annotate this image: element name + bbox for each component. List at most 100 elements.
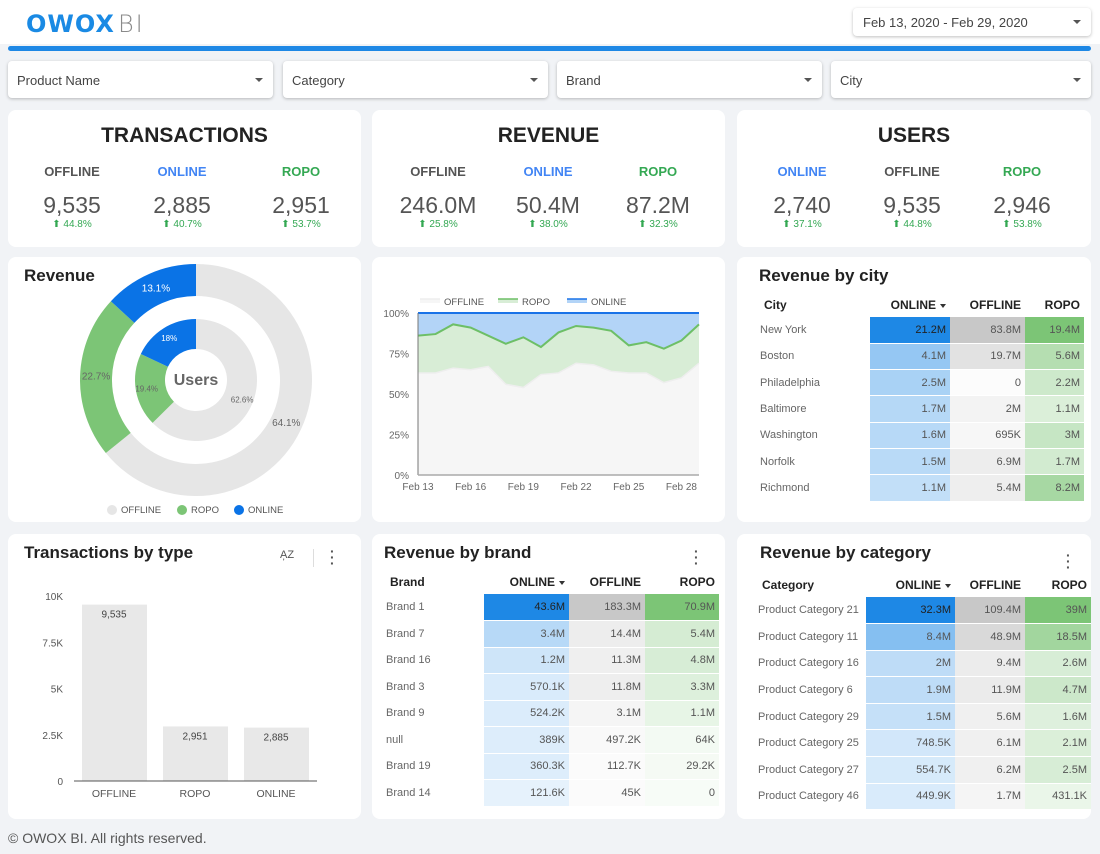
kpi-value: 9,535 <box>43 192 101 218</box>
kpi-item: ROPO 87.2M ⬆ 32.3% <box>598 164 718 230</box>
x-tick-label: Feb 13 <box>402 482 434 493</box>
row-label: Washington <box>760 422 870 449</box>
kpi-item: ONLINE 2,885 ⬆ 40.7% <box>122 164 242 230</box>
cell-online: 389K <box>484 726 569 754</box>
x-tick-label: Feb 19 <box>508 482 540 493</box>
revenue-by-city-card: Revenue by city City ONLINE OFFLINE ROPO New… <box>737 257 1091 522</box>
more-vert-icon[interactable]: · · · <box>1066 548 1071 574</box>
table-row[interactable]: Brand 9 524.2K 3.1M 1.1M <box>386 700 719 727</box>
column-header-category: Category <box>762 578 815 592</box>
table-row[interactable]: Product Category 27 554.7K 6.2M 2.5M <box>758 756 1091 784</box>
donut-chart: 64.1% 22.7% 13.1% 62.6% 19.4% 18% Users OFFLINE… <box>79 264 312 516</box>
table-row[interactable]: Boston 4.1M 19.7M 5.6M <box>760 343 1084 371</box>
column-header-offline[interactable]: OFFLINE <box>955 573 1025 597</box>
table-row[interactable]: null 389K 497.2K 64K <box>386 726 719 754</box>
legend-label: ROPO <box>191 505 219 516</box>
column-header-online[interactable]: ONLINE <box>866 573 955 597</box>
header-accent-bar <box>8 46 1091 51</box>
cell-ropo: 2.6M <box>1025 650 1091 678</box>
row-label: Brand 9 <box>386 700 484 727</box>
table-row[interactable]: Brand 19 360.3K 112.7K 29.2K <box>386 753 719 780</box>
cell-offline: 11.9M <box>955 676 1025 704</box>
column-header-online[interactable]: ONLINE <box>870 293 950 317</box>
table-row[interactable]: Brand 3 570.1K 11.8M 3.3M <box>386 673 719 701</box>
cell-offline: 2M <box>950 395 1025 423</box>
column-header-ropo[interactable]: ROPO <box>1025 573 1091 597</box>
kpi-item: ONLINE 50.4M ⬆ 38.0% <box>488 164 608 230</box>
legend-label: ONLINE <box>591 297 626 308</box>
kpi-delta: ⬆ 40.7% <box>162 219 202 230</box>
row-label: New York <box>760 317 870 344</box>
arrow-up-icon: ⬆ <box>638 219 650 230</box>
legend-dot-ropo <box>177 505 187 515</box>
y-tick-label: 75% <box>389 350 409 361</box>
legend-label: ONLINE <box>248 505 283 516</box>
table-row[interactable]: Richmond 1.1M 5.4M 8.2M <box>760 474 1084 502</box>
table-row[interactable]: Washington 1.6M 695K 3M <box>760 422 1084 449</box>
table-row[interactable]: Product Category 25 748.5K 6.1M 2.1M <box>758 729 1091 758</box>
arrow-up-icon: ⬆ <box>52 219 64 230</box>
filter-city[interactable]: City <box>831 61 1091 98</box>
chevron-down-icon <box>1073 78 1081 82</box>
filter-product-name[interactable]: Product Name <box>8 61 273 98</box>
filter-category[interactable]: Category <box>283 61 548 98</box>
cell-ropo: 29.2K <box>645 753 719 780</box>
kpi-delta: ⬆ 32.3% <box>638 219 678 230</box>
column-header-offline[interactable]: OFFLINE <box>950 293 1025 317</box>
cell-online: 2.5M <box>870 369 950 397</box>
kpi-value: 50.4M <box>516 192 580 218</box>
table-row[interactable]: Brand 7 3.4M 14.4M 5.4M <box>386 620 719 648</box>
table-row[interactable]: Brand 14 121.6K 45K 0 <box>386 779 719 807</box>
x-tick-label: ROPO <box>180 788 211 800</box>
table-row[interactable]: Philadelphia 2.5M 0 2.2M <box>760 369 1084 397</box>
kpi-label: ONLINE <box>157 164 207 179</box>
table-row[interactable]: Product Category 46 449.9K 1.7M 431.1K <box>758 783 1091 811</box>
kpi-label: OFFLINE <box>410 164 466 179</box>
kpi-item: ROPO 2,951 ⬆ 53.7% <box>241 164 361 230</box>
kpi-value: 246.0M <box>399 192 477 218</box>
kpi-label: OFFLINE <box>884 164 940 179</box>
kpi-delta: ⬆ 44.8% <box>52 219 92 230</box>
row-label: Brand 19 <box>386 753 484 780</box>
filter-brand[interactable]: Brand <box>557 61 822 98</box>
cell-online: 1.5M <box>870 448 950 476</box>
column-header-ropo[interactable]: ROPO <box>1025 293 1084 317</box>
column-header-online[interactable]: ONLINE <box>484 570 569 594</box>
owox-logo[interactable]: OWOX BI <box>26 10 145 38</box>
legend-label: ROPO <box>522 297 550 308</box>
cell-online: 524.2K <box>484 700 569 727</box>
table-row[interactable]: Brand 1 43.6M 183.3M 70.9M <box>386 594 719 621</box>
cell-ropo: 2.2M <box>1025 369 1084 397</box>
table-row[interactable]: Product Category 11 8.4M 48.9M 18.5M <box>758 623 1091 651</box>
donut-center-label: Users <box>174 372 219 389</box>
donut-data-label: 18% <box>161 334 177 343</box>
table-row[interactable]: Baltimore 1.7M 2M 1.1M <box>760 395 1084 423</box>
table-row[interactable]: Norfolk 1.5M 6.9M 1.7M <box>760 448 1084 476</box>
x-tick-label: ONLINE <box>256 788 295 800</box>
column-header-offline[interactable]: OFFLINE <box>569 570 645 594</box>
table-row[interactable]: Product Category 6 1.9M 11.9M 4.7M <box>758 676 1091 704</box>
kpi-title: TRANSACTIONS <box>101 124 268 147</box>
table-row[interactable]: New York 21.2M 83.8M 19.4M <box>760 317 1084 344</box>
row-label: Philadelphia <box>760 369 870 397</box>
cell-offline: 83.8M <box>950 317 1025 344</box>
date-range-picker[interactable]: Feb 13, 2020 - Feb 29, 2020 <box>853 8 1091 36</box>
column-header-ropo[interactable]: ROPO <box>645 570 719 594</box>
cell-offline: 5.6M <box>955 703 1025 731</box>
table-row[interactable]: Product Category 16 2M 9.4M 2.6M <box>758 650 1091 678</box>
table-row[interactable]: Product Category 21 32.3M 109.4M 39M <box>758 597 1091 625</box>
card-title: Revenue by category <box>760 543 932 562</box>
row-label: Boston <box>760 343 870 371</box>
legend-dot-online <box>234 505 244 515</box>
more-vert-icon[interactable]: · · · <box>694 544 699 570</box>
row-label: Product Category 11 <box>758 623 866 651</box>
date-range-label: Feb 13, 2020 - Feb 29, 2020 <box>863 15 1028 30</box>
y-tick-label: 10K <box>45 592 63 603</box>
table-row[interactable]: Product Category 29 1.5M 5.6M 1.6M <box>758 703 1091 731</box>
revenue-by-category-table: Category ONLINE OFFLINE ROPO Product Categor… <box>758 573 1091 811</box>
row-label: Product Category 16 <box>758 650 866 678</box>
donut-data-label: 62.6% <box>231 395 254 404</box>
table-row[interactable]: Brand 16 1.2M 11.3M 4.8M <box>386 647 719 674</box>
cell-offline: 14.4M <box>569 620 645 648</box>
cell-offline: 9.4M <box>955 650 1025 678</box>
